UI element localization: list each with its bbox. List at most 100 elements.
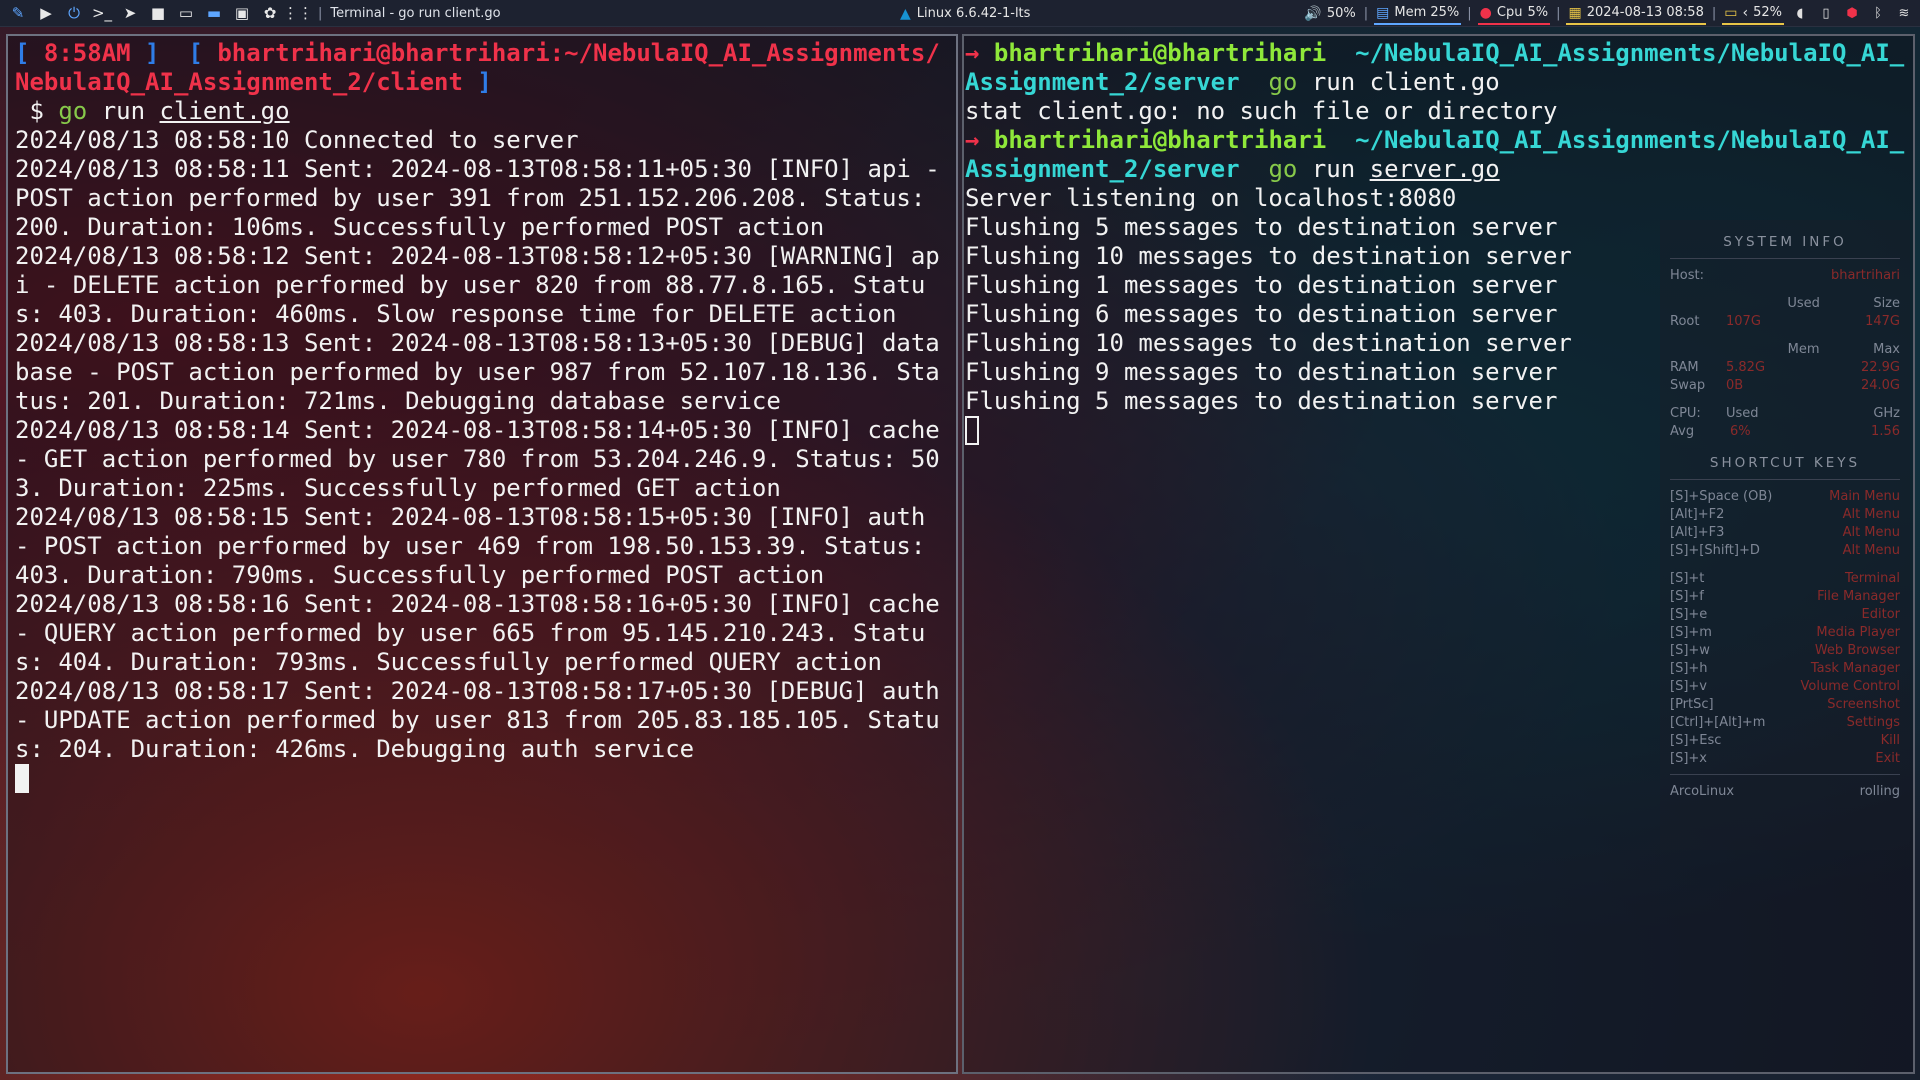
distro-row: ArcoLinux rolling: [1670, 783, 1900, 801]
terminal-client[interactable]: [ 8:58AM ] [ bhartrihari@bhartrihari:~/N…: [6, 34, 958, 1074]
bluetooth-tray-icon[interactable]: ᛒ: [1868, 6, 1888, 21]
clock-widget[interactable]: ▦ 2024-08-13 08:58: [1566, 3, 1706, 25]
terminal-prompt-icon[interactable]: >_: [90, 1, 114, 25]
output-line: Server listening on localhost:8080: [965, 184, 1457, 212]
monitor-icon[interactable]: ▭: [174, 1, 198, 25]
cpu-widget[interactable]: ● Cpu 5%: [1477, 3, 1551, 25]
output-line: 2024/08/13 08:58:16 Sent: 2024-08-13T08:…: [15, 590, 955, 676]
speaker-icon: 🔊: [1304, 5, 1322, 22]
clock-datetime: 2024-08-13 08:58: [1586, 5, 1704, 20]
ram-used: 5.82G: [1726, 360, 1766, 375]
distro-release: rolling: [1859, 784, 1900, 799]
shortcut-row: [S]+x Exit: [1670, 750, 1900, 768]
cpu-ghz-value: 1.56: [1871, 424, 1900, 439]
cpu-avg-row: Avg 6% 1.56: [1670, 423, 1900, 441]
memory-value: Mem 25%: [1394, 5, 1460, 20]
shortcut-action: Main Menu: [1829, 489, 1900, 504]
root-row: Root 107G 147G: [1670, 313, 1900, 331]
shortcut-row: [S]+t Terminal: [1670, 570, 1900, 588]
wifi-tray-icon[interactable]: ≋: [1894, 6, 1914, 21]
prompt-user-host: bhartrihari@bhartrihari: [993, 39, 1327, 67]
prompt-bracket: ]: [462, 68, 492, 96]
distro-name: ArcoLinux: [1670, 784, 1735, 799]
apps-grid-icon[interactable]: ⋮⋮: [283, 1, 313, 25]
audio-tray-icon[interactable]: ◖: [1790, 6, 1810, 21]
output-line: 2024/08/13 08:58:11 Sent: 2024-08-13T08:…: [15, 155, 955, 241]
cpu-label: Cpu: [1496, 5, 1523, 20]
prompt-bracket: [: [15, 39, 44, 67]
prompt-line: → bhartrihari@bhartrihari ~/NebulaIQ_AI_…: [965, 39, 1907, 97]
disk-size-label: Size: [1873, 296, 1900, 311]
prompt-bracket: ] [: [130, 39, 218, 67]
separator: |: [1556, 6, 1561, 21]
volume-value: 50%: [1326, 6, 1356, 21]
memory-widget[interactable]: ▤ Mem 25%: [1374, 3, 1462, 25]
shortcut-action: Exit: [1875, 751, 1900, 766]
shortcut-key: [S]+h: [1670, 661, 1708, 676]
terminal-cursor: [965, 416, 979, 445]
cmd-file: client.go: [159, 97, 290, 125]
clipboard-tray-icon[interactable]: ▯: [1816, 6, 1836, 21]
prompt-arrow-icon: →: [965, 126, 994, 154]
power-icon[interactable]: ⏻: [62, 1, 86, 25]
shortcut-action: Screenshot: [1827, 697, 1900, 712]
battery-widget[interactable]: ▭ ‹ 52%: [1722, 3, 1784, 25]
play-icon[interactable]: ▶: [34, 1, 58, 25]
shortcut-row: [Alt]+F3 Alt Menu: [1670, 524, 1900, 542]
shortcut-key: [S]+e: [1670, 607, 1708, 622]
image-icon[interactable]: ▣: [230, 1, 254, 25]
divider: [1670, 479, 1900, 480]
active-window-title[interactable]: Terminal - go run client.go: [330, 6, 500, 21]
shortcut-action: Volume Control: [1800, 679, 1900, 694]
swap-used: 0B: [1726, 378, 1744, 393]
separator: |: [318, 5, 323, 21]
folder-icon[interactable]: ▬: [202, 1, 226, 25]
volume-widget[interactable]: 🔊 50%: [1302, 3, 1357, 25]
cpu-icon: ●: [1479, 4, 1492, 21]
shortcut-action: Settings: [1846, 715, 1900, 730]
shortcut-key: [S]+Esc: [1670, 733, 1722, 748]
shortcut-action: Alt Menu: [1842, 507, 1900, 522]
chevron-left-icon: ‹: [1742, 4, 1749, 21]
shortcut-row: [PrtSc] Screenshot: [1670, 696, 1900, 714]
conky-widget: SYSTEM INFO Host: bhartrihari Used Size …: [1660, 220, 1910, 850]
shield-tray-icon[interactable]: ⬢: [1842, 6, 1862, 21]
ram-row: RAM 5.82G 22.9G: [1670, 359, 1900, 377]
output-line: 2024/08/13 08:58:17 Sent: 2024-08-13T08:…: [15, 677, 955, 763]
host-row: Host: bhartrihari: [1670, 267, 1900, 285]
battery-value: 52%: [1753, 5, 1782, 20]
shortcut-action: Terminal: [1845, 571, 1900, 586]
shortcut-action: Web Browser: [1814, 643, 1900, 658]
video-icon[interactable]: ■: [146, 1, 170, 25]
paw-icon[interactable]: ✿: [258, 1, 282, 25]
shortcut-action: Kill: [1880, 733, 1900, 748]
shortcut-key: [S]+f: [1670, 589, 1704, 604]
ghz-label: GHz: [1873, 406, 1900, 421]
shortcut-key: [PrtSc]: [1670, 697, 1714, 712]
shortcut-row: [S]+v Volume Control: [1670, 678, 1900, 696]
cpu-avg-value: 6%: [1730, 424, 1751, 439]
cpu-label: CPU:: [1670, 406, 1701, 421]
cmd-file: server.go: [1369, 155, 1500, 183]
cmd-go: go: [58, 97, 88, 125]
shortcut-key: [S]+w: [1670, 643, 1710, 658]
max-label: Max: [1873, 342, 1900, 357]
pen-icon[interactable]: ✎: [6, 1, 30, 25]
shortcut-key: [S]+x: [1670, 751, 1707, 766]
root-size: 147G: [1865, 314, 1900, 329]
shortcut-row: [S]+Space (OB) Main Menu: [1670, 488, 1900, 506]
cmd-go: go: [1268, 68, 1298, 96]
shortcut-key: [S]+v: [1670, 679, 1707, 694]
prompt-arrow-icon: →: [965, 39, 994, 67]
cmd-file: client.go: [1369, 68, 1500, 96]
cursor-line: [15, 764, 950, 793]
shortcut-row: [S]+Esc Kill: [1670, 732, 1900, 750]
kernel-version: Linux 6.6.42-1-lts: [916, 6, 1031, 21]
telegram-icon[interactable]: ➤: [118, 1, 142, 25]
shortcut-key: [Alt]+F3: [1670, 525, 1725, 540]
shortcut-action: Alt Menu: [1842, 525, 1900, 540]
shortcut-action: Editor: [1861, 607, 1900, 622]
shortcut-row: [S]+m Media Player: [1670, 624, 1900, 642]
shortcut-keys-header: SHORTCUT KEYS: [1709, 455, 1861, 471]
shortcut-list: [S]+t Terminal [S]+f File Manager [S]+e Edito…: [1670, 570, 1900, 768]
